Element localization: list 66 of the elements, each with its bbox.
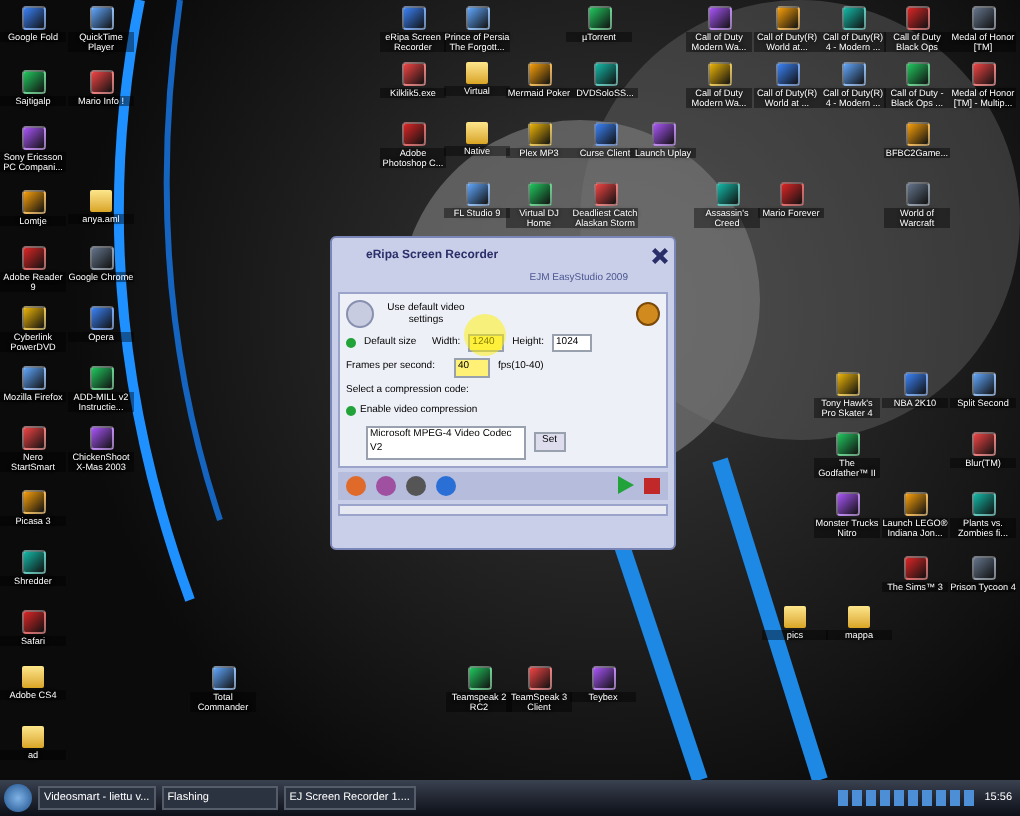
stop-icon[interactable] <box>644 477 660 493</box>
app-icon[interactable] <box>905 6 929 30</box>
app-icon[interactable] <box>971 492 995 516</box>
app-icon[interactable] <box>89 426 113 450</box>
app-icon[interactable] <box>21 550 45 574</box>
app-icon[interactable] <box>651 122 675 146</box>
compression-checkbox[interactable] <box>346 406 356 417</box>
start-button[interactable] <box>4 784 32 812</box>
app-icon[interactable] <box>903 372 927 396</box>
app-icon[interactable] <box>21 70 45 94</box>
app-icon[interactable] <box>593 62 617 86</box>
app-icon[interactable] <box>21 490 45 514</box>
app-icon[interactable] <box>593 122 617 146</box>
app-icon[interactable] <box>841 6 865 30</box>
app-icon[interactable] <box>21 190 45 214</box>
app-icon[interactable] <box>707 6 731 30</box>
app-icon[interactable] <box>905 182 929 206</box>
app-icon[interactable] <box>89 70 113 94</box>
app-icon[interactable] <box>903 556 927 580</box>
app-icon[interactable] <box>905 122 929 146</box>
app-icon[interactable] <box>89 246 113 270</box>
app-icon[interactable] <box>971 432 995 456</box>
app-icon[interactable] <box>527 62 551 86</box>
app-icon[interactable] <box>401 62 425 86</box>
app-icon[interactable] <box>841 62 865 86</box>
close-icon[interactable] <box>652 248 668 264</box>
app-icon[interactable] <box>779 182 803 206</box>
app-icon[interactable] <box>21 610 45 634</box>
app-icon[interactable] <box>971 372 995 396</box>
app-icon[interactable] <box>903 492 927 516</box>
app-icon[interactable] <box>835 432 859 456</box>
app-icon[interactable] <box>591 666 615 690</box>
app-icon[interactable] <box>527 666 551 690</box>
app-icon[interactable] <box>835 492 859 516</box>
app-icon[interactable] <box>775 62 799 86</box>
app-icon[interactable] <box>715 182 739 206</box>
app-icon[interactable] <box>527 122 551 146</box>
app-icon[interactable] <box>465 182 489 206</box>
app-icon[interactable] <box>21 126 45 150</box>
app-icon[interactable] <box>401 6 425 30</box>
app-icon[interactable] <box>89 306 113 330</box>
app-icon[interactable] <box>21 366 45 390</box>
app-icon[interactable] <box>593 182 617 206</box>
app-icon[interactable] <box>971 6 995 30</box>
app-icon[interactable] <box>527 182 551 206</box>
settings-icon[interactable] <box>346 299 374 327</box>
app-icon[interactable] <box>211 666 235 690</box>
app-icon[interactable] <box>21 306 45 330</box>
app-icon[interactable] <box>971 556 995 580</box>
default-size-radio[interactable] <box>346 337 356 348</box>
tray-icons[interactable] <box>838 790 979 806</box>
app-icon[interactable] <box>587 6 611 30</box>
app-icon[interactable] <box>971 62 995 86</box>
app-icon[interactable] <box>465 6 489 30</box>
app-icon[interactable] <box>835 372 859 396</box>
app-icon[interactable] <box>775 6 799 30</box>
app-icon[interactable] <box>401 122 425 146</box>
app-icon[interactable] <box>89 366 113 390</box>
app-icon[interactable] <box>905 62 929 86</box>
cursor-highlight <box>464 314 506 356</box>
app-icon[interactable] <box>467 666 491 690</box>
app-icon[interactable] <box>707 62 731 86</box>
app-icon[interactable] <box>89 6 113 30</box>
app-icon[interactable] <box>21 426 45 450</box>
app-icon[interactable] <box>21 246 45 270</box>
app-icon[interactable] <box>21 6 45 30</box>
